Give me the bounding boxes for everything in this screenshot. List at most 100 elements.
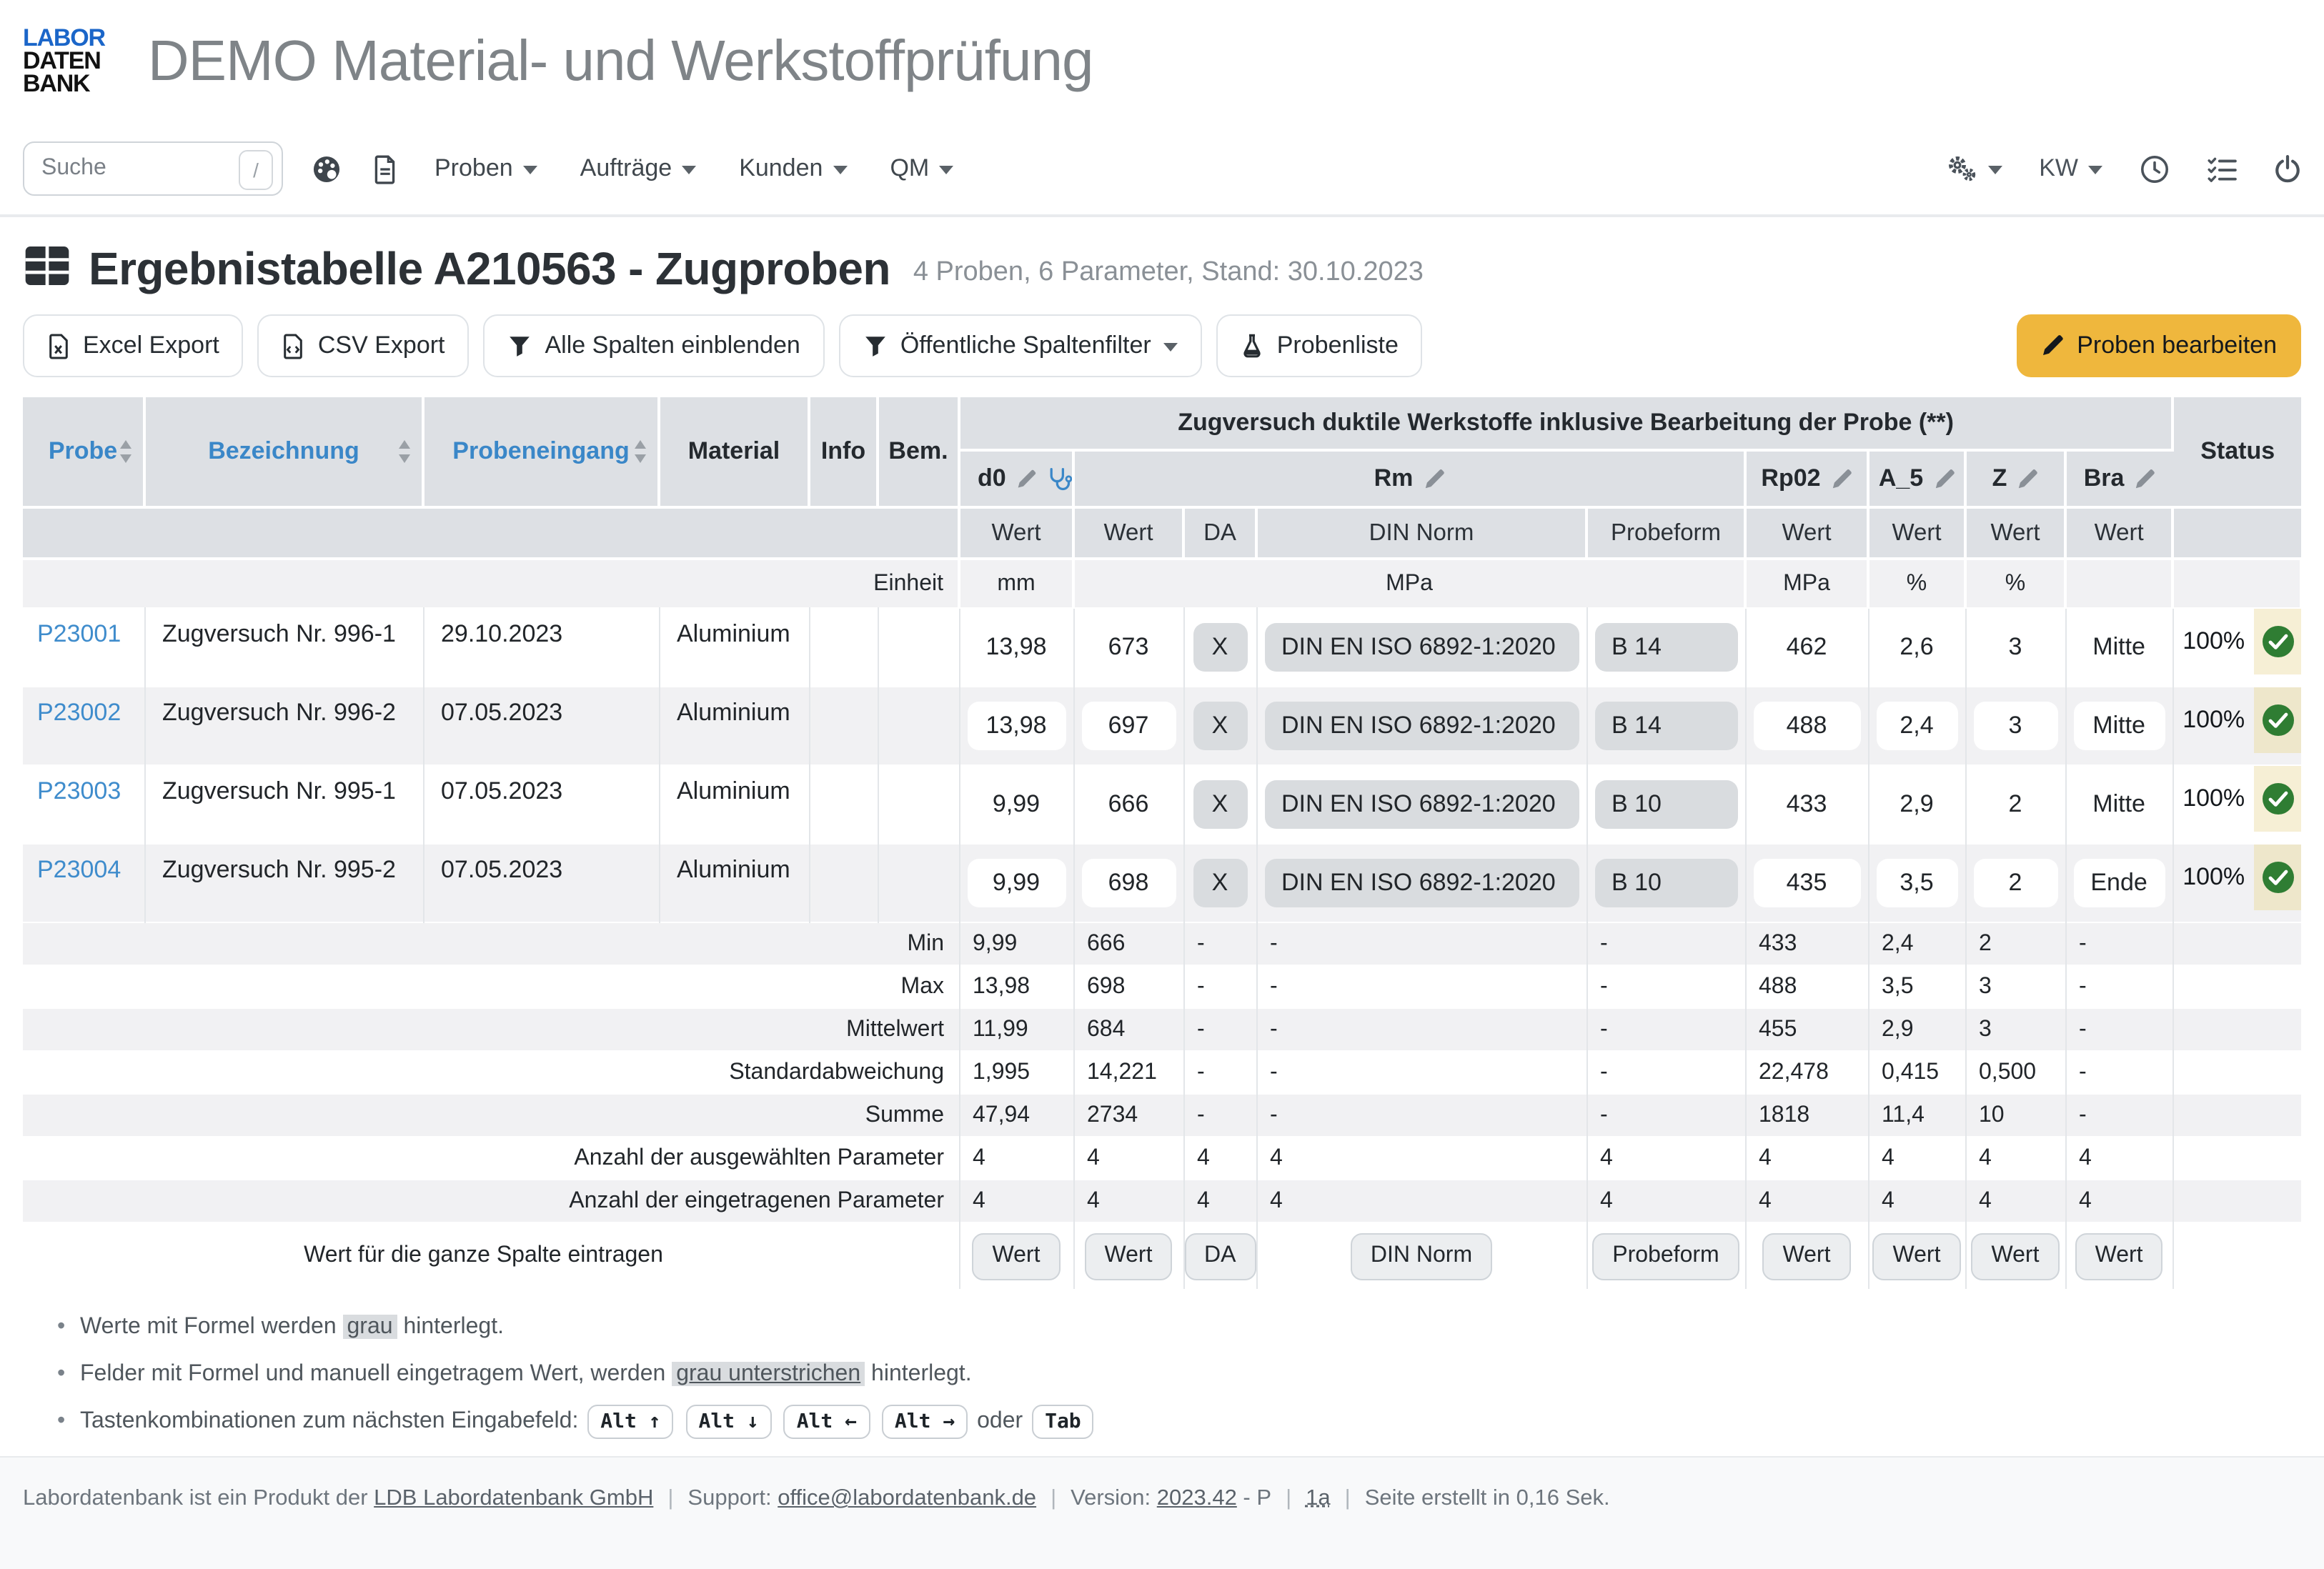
probe-link[interactable]: P23003 xyxy=(37,777,121,805)
kbd-alt-left: Alt ← xyxy=(784,1405,870,1439)
z-input[interactable]: 2 xyxy=(1973,859,2057,907)
stethoscope-icon[interactable] xyxy=(1046,465,1072,492)
status-percent: 100% xyxy=(2173,687,2254,753)
palette-icon[interactable] xyxy=(312,154,342,184)
stats-row-min: Min 9,99 666 - - - 433 2,4 2 - xyxy=(23,922,2301,965)
fill-probeform-button[interactable]: Probeform xyxy=(1592,1232,1739,1280)
status-ok-icon xyxy=(2262,783,2293,815)
fill-a5-button[interactable]: Wert xyxy=(1873,1232,1961,1280)
status-cell: 100% xyxy=(2172,608,2301,687)
note-keyboard: Tastenkombinationen zum nächsten Eingabe… xyxy=(57,1403,2301,1440)
probe-link[interactable]: P23002 xyxy=(37,699,121,726)
din-norm-field[interactable]: DIN EN ISO 6892-1:2020 xyxy=(1264,859,1579,907)
kbd-alt-right: Alt → xyxy=(882,1405,968,1439)
material-cell: Aluminium xyxy=(659,687,809,765)
edit-samples-button[interactable]: Proben bearbeiten xyxy=(2017,314,2301,377)
menu-proben[interactable]: Proben xyxy=(434,154,537,183)
rm-input[interactable]: 697 xyxy=(1081,702,1176,750)
show-all-columns-button[interactable]: Alle Spalten einblenden xyxy=(484,314,825,377)
col-header-probeneingang[interactable]: Probeneingang xyxy=(423,397,659,507)
stats-row-anzahl-eingetragen: Anzahl der eingetragenen Parameter 4 4 4… xyxy=(23,1180,2301,1222)
unit-bra xyxy=(2065,559,2172,608)
csv-export-button[interactable]: CSV Export xyxy=(258,314,470,377)
pencil-icon[interactable] xyxy=(1933,468,1955,489)
rm-input[interactable]: 673 xyxy=(1081,623,1176,672)
fill-din-norm-button[interactable]: DIN Norm xyxy=(1351,1232,1492,1280)
pencil-icon[interactable] xyxy=(2017,468,2038,489)
d0-input[interactable]: 9,99 xyxy=(967,780,1066,829)
pencil-icon[interactable] xyxy=(1423,468,1444,489)
a5-input[interactable]: 3,5 xyxy=(1876,859,1957,907)
probeneingang-cell: 07.05.2023 xyxy=(423,687,659,765)
public-column-filter-button[interactable]: Öffentliche Spaltenfilter xyxy=(839,314,1203,377)
col-header-bezeichnung[interactable]: Bezeichnung xyxy=(144,397,423,507)
da-formula-field[interactable]: X xyxy=(1193,780,1247,829)
version-link[interactable]: 2023.42 xyxy=(1157,1486,1237,1510)
settings-menu[interactable] xyxy=(1945,154,2002,183)
user-menu[interactable]: KW xyxy=(2039,154,2102,183)
da-formula-field[interactable]: X xyxy=(1193,859,1247,907)
excel-export-button[interactable]: Excel Export xyxy=(23,314,244,377)
fill-z-button[interactable]: Wert xyxy=(1972,1232,2060,1280)
a5-input[interactable]: 2,9 xyxy=(1876,780,1957,829)
da-formula-field[interactable]: X xyxy=(1193,623,1247,672)
menu-qm[interactable]: QM xyxy=(890,154,953,183)
flask-icon xyxy=(1241,333,1264,359)
fill-rm-button[interactable]: Wert xyxy=(1085,1232,1173,1280)
logout-icon[interactable] xyxy=(2274,154,2301,184)
d0-input[interactable]: 13,98 xyxy=(967,702,1066,750)
bra-input[interactable]: Mitte xyxy=(2073,780,2165,829)
history-icon[interactable] xyxy=(2140,154,2170,184)
support-email-link[interactable]: office@labordatenbank.de xyxy=(778,1486,1036,1510)
d0-input[interactable]: 9,99 xyxy=(967,859,1066,907)
company-link[interactable]: LDB Labordatenbank GmbH xyxy=(374,1486,653,1510)
rp02-input[interactable]: 435 xyxy=(1753,859,1860,907)
da-formula-field[interactable]: X xyxy=(1193,702,1247,750)
z-input[interactable]: 3 xyxy=(1973,702,2057,750)
din-norm-field[interactable]: DIN EN ISO 6892-1:2020 xyxy=(1264,623,1579,672)
fill-d0-button[interactable]: Wert xyxy=(973,1232,1061,1280)
document-icon[interactable] xyxy=(373,154,397,184)
fill-bra-button[interactable]: Wert xyxy=(2075,1232,2163,1280)
a5-input[interactable]: 2,4 xyxy=(1876,702,1957,750)
unit-row-label: Einheit xyxy=(23,559,959,608)
z-input[interactable]: 2 xyxy=(1973,780,2057,829)
bra-input[interactable]: Mitte xyxy=(2073,623,2165,672)
rp02-input[interactable]: 433 xyxy=(1753,780,1860,829)
z-input[interactable]: 3 xyxy=(1973,623,2057,672)
revision-link[interactable]: 1a xyxy=(1306,1486,1331,1510)
labordatenbank-logo[interactable]: LABOR DATEN BANK xyxy=(23,27,105,96)
probeform-field[interactable]: B 14 xyxy=(1594,623,1737,672)
probeform-field[interactable]: B 10 xyxy=(1594,780,1737,829)
sub-header: DIN Norm xyxy=(1256,507,1586,559)
tasks-icon[interactable] xyxy=(2207,155,2237,182)
pencil-icon[interactable] xyxy=(1016,468,1036,489)
d0-input[interactable]: 13,98 xyxy=(967,623,1066,672)
param-header-d0: d0 xyxy=(959,450,1073,507)
probe-link[interactable]: P23004 xyxy=(37,856,121,883)
probe-link[interactable]: P23001 xyxy=(37,620,121,647)
bra-input[interactable]: Mitte xyxy=(2073,702,2165,750)
probeform-field[interactable]: B 10 xyxy=(1594,859,1737,907)
a5-input[interactable]: 2,6 xyxy=(1876,623,1957,672)
fill-da-button[interactable]: DA xyxy=(1184,1232,1256,1280)
rm-input[interactable]: 698 xyxy=(1081,859,1176,907)
info-cell xyxy=(809,608,878,687)
bra-input[interactable]: Ende xyxy=(2073,859,2165,907)
pencil-icon[interactable] xyxy=(2134,468,2155,489)
rm-input[interactable]: 666 xyxy=(1081,780,1176,829)
menu-auftraege[interactable]: Aufträge xyxy=(580,154,697,183)
pencil-icon[interactable] xyxy=(1831,468,1852,489)
din-norm-field[interactable]: DIN EN ISO 6892-1:2020 xyxy=(1264,780,1579,829)
col-header-probe[interactable]: Probe xyxy=(23,397,144,507)
rp02-input[interactable]: 488 xyxy=(1753,702,1860,750)
sample-list-button[interactable]: Probenliste xyxy=(1217,314,1423,377)
probeform-field[interactable]: B 14 xyxy=(1594,702,1737,750)
rp02-input[interactable]: 462 xyxy=(1753,623,1860,672)
din-norm-field[interactable]: DIN EN ISO 6892-1:2020 xyxy=(1264,702,1579,750)
render-time: Seite erstellt in 0,16 Sek. xyxy=(1365,1486,1610,1510)
fill-rp02-button[interactable]: Wert xyxy=(1763,1232,1851,1280)
header-spacer xyxy=(2172,507,2301,559)
status-strip xyxy=(2254,845,2301,910)
menu-kunden[interactable]: Kunden xyxy=(739,154,847,183)
